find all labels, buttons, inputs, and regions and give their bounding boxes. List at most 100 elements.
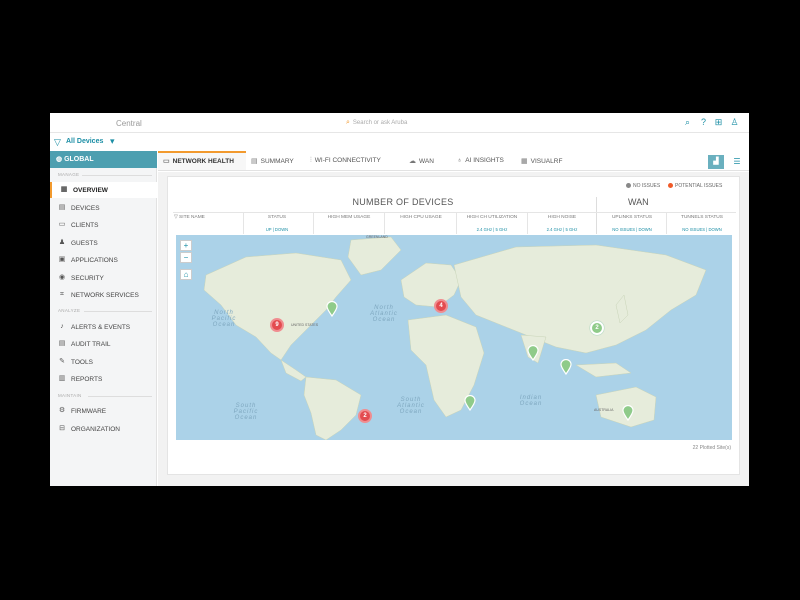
- filter-selector[interactable]: All Devices: [66, 138, 103, 145]
- tab-label: WI-FI CONNECTIVITY: [314, 157, 381, 164]
- sidebar-item-label: AUDIT TRAIL: [71, 341, 111, 348]
- tab-visualrf[interactable]: ▦ VISUALRF: [521, 151, 562, 170]
- sidebar-item-applications[interactable]: ▣ APPLICATIONS: [50, 252, 157, 268]
- wrench-icon: ✎: [59, 358, 65, 365]
- tab-label: AI INSIGHTS: [465, 157, 504, 164]
- ocean-label: North Atlantic Ocean: [370, 305, 398, 323]
- sidebar-item-label: REPORTS: [71, 376, 103, 383]
- legend-potential-issues: POTENTIAL ISSUES: [668, 183, 722, 189]
- sidebar-item-label: GUESTS: [71, 240, 98, 247]
- column-tunnels-status-sub: NO ISSUES | DOWN: [682, 227, 722, 232]
- column-status-sub: UP | DOWN: [265, 227, 289, 232]
- gray-dot-icon: [626, 183, 631, 189]
- filter-icon[interactable]: ▽: [54, 137, 61, 148]
- legend-label: NO ISSUES: [633, 183, 661, 189]
- sidebar-item-alerts-events[interactable]: ♪ ALERTS & EVENTS: [50, 319, 157, 335]
- tab-bar: ▭ NETWORK HEALTH ▤ SUMMARY ⫶ WI-FI CONNECTI…: [158, 151, 749, 171]
- sidebar-item-audit-trail[interactable]: ▤ AUDIT TRAIL: [50, 336, 157, 352]
- tab-wifi-connectivity[interactable]: ⫶ WI-FI CONNECTIVITY: [310, 151, 381, 170]
- site-cluster-marker[interactable]: 2: [590, 321, 604, 335]
- clients-icon: ▭: [58, 221, 66, 228]
- brand-label: Central: [116, 119, 142, 128]
- sidebar-item-label: DEVICES: [71, 205, 100, 212]
- ocean-label: South Atlantic Ocean: [397, 397, 425, 415]
- ocean-label: Indian Ocean: [519, 395, 543, 407]
- sidebar-item-clients[interactable]: ▭ CLIENTS: [50, 217, 157, 233]
- site-pin-icon[interactable]: [464, 395, 476, 411]
- tab-label: VISUALRF: [530, 158, 563, 165]
- tab-label: SUMMARY: [260, 158, 294, 165]
- sidebar-item-network-services[interactable]: ⌗ NETWORK SERVICES: [50, 287, 157, 303]
- devices-heading: NUMBER OF DEVICES: [352, 197, 454, 207]
- site-cluster-marker[interactable]: 4: [434, 299, 448, 313]
- tab-ai-insights[interactable]: ♁ AI INSIGHTS: [457, 151, 504, 170]
- chart-view-button[interactable]: ▟: [708, 155, 724, 169]
- app-window: Central ⌕ Search or ask Aruba ⌕ ? ⊞ ♙ ▽ A…: [50, 113, 749, 486]
- column-tunnels-status[interactable]: TUNNELS STATUS: [667, 215, 737, 220]
- site-pin-icon[interactable]: [560, 359, 572, 375]
- wan-heading: WAN: [628, 197, 649, 207]
- search-icon: ⌕: [346, 119, 350, 126]
- devices-icon: ▤: [58, 204, 66, 211]
- tab-wan[interactable]: ☁ WAN: [409, 151, 434, 170]
- column-high-noise-sub: 2.4 GHz | 5 GHz: [546, 227, 578, 232]
- site-cluster-marker[interactable]: 2: [358, 409, 372, 423]
- site-cluster-marker[interactable]: 9: [270, 318, 284, 332]
- cloud-icon: ☁: [409, 158, 416, 165]
- user-icon[interactable]: ♙: [729, 117, 740, 128]
- column-uplinks-status-sub: NO ISSUES | DOWN: [612, 227, 652, 232]
- sidebar-item-reports[interactable]: ▥ REPORTS: [50, 371, 157, 387]
- tab-summary[interactable]: ▤ SUMMARY: [251, 151, 294, 170]
- map-label: AUSTRALIA: [594, 408, 614, 412]
- network-health-card: NO ISSUES POTENTIAL ISSUES NUMBER OF DEV…: [167, 176, 740, 475]
- summary-icon: ▤: [251, 158, 258, 165]
- column-high-ch-util-sub: 2.4 GHz | 5 GHz: [476, 227, 508, 232]
- zoom-in-button[interactable]: +: [180, 240, 192, 251]
- home-icon[interactable]: ⌂: [180, 269, 192, 280]
- sidebar-item-overview[interactable]: ▦ OVERVIEW: [50, 182, 157, 198]
- site-pin-icon[interactable]: [527, 345, 539, 361]
- sidebar-item-organization[interactable]: ⊟ ORGANIZATION: [50, 421, 157, 437]
- list-view-button[interactable]: ☰: [731, 155, 743, 169]
- column-high-mem[interactable]: HIGH MEM USAGE: [314, 215, 384, 220]
- shield-icon: ◉: [58, 274, 66, 281]
- caret-down-icon[interactable]: ▾: [110, 136, 115, 147]
- column-label: SITE NAME: [179, 215, 205, 220]
- column-site-name[interactable]: ▽ SITE NAME: [174, 215, 224, 220]
- orange-dot-icon: [668, 183, 673, 189]
- search-icon[interactable]: ⌕: [682, 117, 693, 128]
- help-icon[interactable]: ?: [698, 117, 709, 128]
- column-status[interactable]: STATUS: [246, 215, 308, 220]
- floorplan-icon: ▦: [521, 158, 528, 165]
- apps-grid-icon[interactable]: ⊞: [713, 117, 724, 128]
- column-high-ch-util[interactable]: HIGH CH UTILIZATION: [457, 215, 527, 220]
- site-pin-icon[interactable]: [622, 405, 634, 421]
- guests-icon: ♟: [58, 239, 66, 246]
- divider: [596, 197, 597, 234]
- world-map[interactable]: + − ⌂ North Pacific Ocean North Atlantic…: [176, 235, 732, 440]
- wifi-icon: ⫶: [310, 157, 312, 164]
- divider: [84, 311, 152, 312]
- reports-icon: ▥: [58, 375, 66, 382]
- global-scope-button[interactable]: ◍ GLOBAL: [50, 151, 157, 168]
- section-label-analyze: ANALYZE: [58, 308, 81, 313]
- divider: [243, 213, 244, 234]
- top-bar: Central ⌕ Search or ask Aruba ⌕ ? ⊞ ♙: [50, 113, 749, 133]
- sidebar-item-security[interactable]: ◉ SECURITY: [50, 270, 157, 286]
- column-high-cpu[interactable]: HIGH CPU USAGE: [385, 215, 457, 220]
- sidebar-item-firmware[interactable]: ⚙ FIRMWARE: [50, 403, 157, 419]
- zoom-out-button[interactable]: −: [180, 252, 192, 263]
- tab-network-health[interactable]: ▭ NETWORK HEALTH: [158, 151, 246, 170]
- section-label-manage: MANAGE: [58, 172, 80, 177]
- search-box[interactable]: ⌕ Search or ask Aruba: [346, 119, 407, 127]
- map-label: GREENLAND: [366, 235, 388, 239]
- map-label: UNITED STATES: [291, 323, 319, 327]
- site-pin-icon[interactable]: [326, 301, 338, 317]
- column-high-noise[interactable]: HIGH NOISE: [528, 215, 596, 220]
- tab-label: NETWORK HEALTH: [172, 158, 234, 165]
- sidebar-item-tools[interactable]: ✎ TOOLS: [50, 354, 157, 370]
- divider: [173, 212, 736, 213]
- column-uplinks-status[interactable]: UPLINKS STATUS: [598, 215, 666, 220]
- sidebar-item-devices[interactable]: ▤ DEVICES: [50, 200, 157, 216]
- sidebar-item-guests[interactable]: ♟ GUESTS: [50, 235, 157, 251]
